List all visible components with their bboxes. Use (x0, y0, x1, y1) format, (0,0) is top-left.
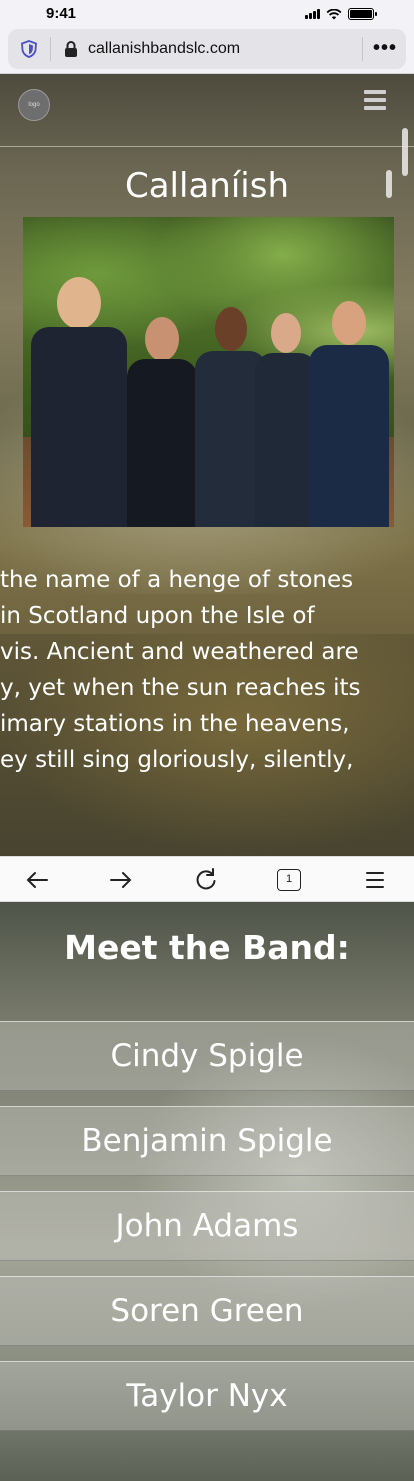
tabs-button[interactable]: 1 (277, 869, 301, 891)
status-bar: 9:41 (0, 0, 414, 26)
band-photo (23, 217, 394, 527)
band-member-figure (31, 277, 127, 527)
wifi-icon (326, 8, 342, 19)
meet-the-band-section: Meet the Band: Cindy Spigle Benjamin Spi… (0, 902, 414, 1481)
hero-text-line: imary stations in the heavens, (0, 711, 350, 737)
scrollbar-inner[interactable] (386, 170, 392, 198)
hero-text: the name of a henge of stones in Scotlan… (0, 562, 414, 778)
hero-text-line: in Scotland upon the Isle of (0, 603, 315, 629)
section-heading: Meet the Band: (64, 928, 350, 967)
band-member-figure (255, 313, 317, 527)
battery-icon (348, 8, 377, 20)
browser-address-area: callanishbandslc.com ••• (0, 26, 414, 74)
member-button[interactable]: John Adams (0, 1191, 414, 1261)
status-icons (305, 8, 377, 20)
browser-toolbar: 1 (0, 856, 414, 902)
hero-section: logo Callaníish the name of a henge of s (0, 74, 414, 856)
member-button[interactable]: Cindy Spigle (0, 1021, 414, 1091)
url-divider (50, 37, 51, 61)
scrollbar[interactable] (402, 128, 408, 176)
url-divider (362, 37, 363, 61)
back-arrow-icon[interactable] (22, 865, 52, 895)
band-member-figure (309, 301, 389, 527)
hero-text-line: ey still sing gloriously, silently, (0, 747, 354, 773)
hero-text-line: vis. Ancient and weathered are (0, 639, 359, 665)
more-options-icon[interactable]: ••• (373, 38, 397, 58)
hero-text-line: y, yet when the sun reaches its (0, 675, 361, 701)
logo[interactable]: logo (18, 89, 50, 121)
forward-arrow-icon[interactable] (106, 865, 136, 895)
shield-icon[interactable] (20, 40, 38, 58)
member-button[interactable]: Soren Green (0, 1276, 414, 1346)
address-bar[interactable]: callanishbandslc.com ••• (8, 29, 406, 69)
reload-icon[interactable] (191, 865, 221, 895)
header-divider (0, 146, 414, 147)
signal-icon (305, 9, 320, 19)
member-button[interactable]: Taylor Nyx (0, 1361, 414, 1431)
band-member-figure (127, 317, 197, 527)
member-button[interactable]: Benjamin Spigle (0, 1106, 414, 1176)
lock-icon (65, 41, 77, 57)
url-text[interactable]: callanishbandslc.com (88, 40, 240, 58)
hero-text-line: the name of a henge of stones (0, 567, 354, 593)
menu-icon[interactable] (360, 865, 390, 895)
menu-icon[interactable] (364, 90, 388, 112)
page-title: Callaníish (124, 166, 289, 206)
status-time: 9:41 (46, 5, 77, 22)
